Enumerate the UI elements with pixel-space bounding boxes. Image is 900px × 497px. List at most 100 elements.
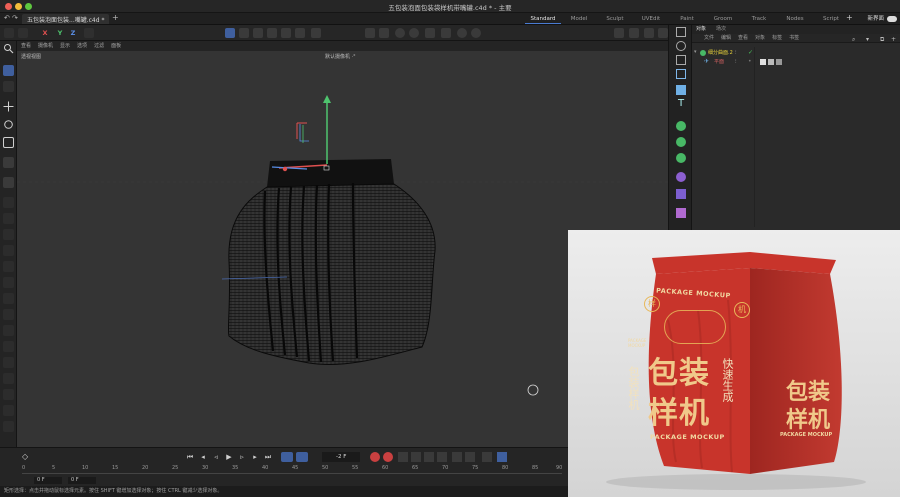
enabled-check-icon[interactable]: ✓: [748, 49, 753, 56]
cube-icon[interactable]: [676, 85, 686, 95]
play-icon[interactable]: ▶: [224, 452, 234, 462]
undo-icon[interactable]: ↶: [4, 14, 10, 22]
viewport-menu-camera[interactable]: 摄像机: [38, 41, 53, 51]
key-param-icon[interactable]: [437, 452, 447, 462]
effector-icon[interactable]: [676, 153, 686, 163]
lock-view-icon[interactable]: [676, 55, 686, 65]
document-tab[interactable]: 五包装泡面包装...嘴罐.c4d *: [22, 14, 110, 24]
keyframe-icon[interactable]: ◇: [22, 452, 28, 461]
solo-icon[interactable]: [311, 28, 321, 38]
brush-icon[interactable]: [3, 157, 14, 168]
generator-icon[interactable]: [676, 121, 686, 131]
field-icon[interactable]: [676, 189, 686, 199]
axis-x-toggle[interactable]: X: [40, 28, 50, 38]
prev-key-icon[interactable]: ◂: [198, 452, 208, 462]
key-rotation-icon[interactable]: [411, 452, 421, 462]
render-icon[interactable]: [409, 28, 419, 38]
tab-paint[interactable]: Paint: [669, 14, 705, 24]
texture-mode-icon[interactable]: [239, 28, 249, 38]
render-view-icon[interactable]: [395, 28, 405, 38]
tab-uvedit[interactable]: UVEdit: [633, 14, 669, 24]
viewport-menu-filter[interactable]: 过滤: [94, 41, 104, 51]
axis-y-toggle[interactable]: Y: [55, 28, 65, 38]
expand-icon[interactable]: ▾: [694, 49, 697, 55]
tab-sculpt[interactable]: Sculpt: [597, 14, 633, 24]
texture-tag-icon[interactable]: [768, 59, 774, 65]
scale-icon[interactable]: [3, 137, 14, 148]
cloud-icon[interactable]: [471, 28, 481, 38]
axis-z-toggle[interactable]: Z: [68, 28, 78, 38]
auto-key-icon[interactable]: [383, 452, 393, 462]
add-document-tab-button[interactable]: +: [112, 13, 119, 22]
key-point-icon[interactable]: [465, 452, 475, 462]
visibility-dots[interactable]: ⁝: [735, 59, 737, 65]
om-menu-bookmarks[interactable]: 书签: [789, 34, 799, 42]
om-menu-view[interactable]: 查看: [738, 34, 748, 42]
deformer-icon[interactable]: [676, 172, 686, 182]
tab-standard[interactable]: Standard: [525, 14, 561, 24]
om-new-window-icon[interactable]: ⧉: [880, 36, 884, 44]
spline-icon[interactable]: [676, 208, 686, 218]
tab-takes[interactable]: 场次: [716, 25, 726, 34]
redshift-icon[interactable]: [457, 28, 467, 38]
om-menu-file[interactable]: 文件: [704, 34, 714, 42]
key-filter-icon[interactable]: [482, 452, 492, 462]
tab-groom[interactable]: Groom: [705, 14, 741, 24]
window-icon[interactable]: [676, 27, 686, 37]
tab-objects[interactable]: 对象: [696, 25, 706, 34]
tab-track[interactable]: Track: [741, 14, 777, 24]
move-icon[interactable]: [3, 101, 14, 112]
rotate-icon[interactable]: [3, 119, 14, 130]
tab-nodes[interactable]: Nodes: [777, 14, 813, 24]
end-frame-field[interactable]: 0 F: [68, 477, 96, 484]
goto-start-icon[interactable]: ⏮: [185, 452, 195, 462]
search-icon[interactable]: [3, 43, 14, 54]
coordinate-icon[interactable]: [18, 28, 28, 38]
om-menu-tags[interactable]: 标签: [772, 34, 782, 42]
prev-frame-icon[interactable]: ◃: [211, 452, 221, 462]
om-search-icon[interactable]: ⌕: [852, 36, 855, 44]
visibility-dots[interactable]: ⁝: [735, 50, 737, 56]
new-layout-button[interactable]: 新界面: [867, 14, 884, 24]
timeline-settings-icon[interactable]: [497, 452, 507, 462]
film-icon[interactable]: [629, 28, 639, 38]
key-position-icon[interactable]: [398, 452, 408, 462]
text-icon[interactable]: T: [676, 99, 686, 109]
tab-script[interactable]: Script: [813, 14, 849, 24]
viewport-menu-options[interactable]: 选项: [77, 41, 87, 51]
loop-button[interactable]: [281, 452, 293, 462]
world-coordinates-icon[interactable]: [84, 28, 94, 38]
material-tag-icon[interactable]: [760, 59, 766, 65]
uv-mode-icon[interactable]: [253, 28, 263, 38]
record-icon[interactable]: [370, 452, 380, 462]
add-layout-button[interactable]: +: [846, 13, 853, 22]
tab-model[interactable]: Model: [561, 14, 597, 24]
om-filter-icon[interactable]: ▾: [866, 36, 869, 43]
picture-viewer-icon[interactable]: [441, 28, 451, 38]
current-frame-field[interactable]: -2 F: [322, 452, 360, 462]
enabled-check-icon[interactable]: •: [748, 58, 752, 65]
edges-mode-icon[interactable]: [281, 28, 291, 38]
model-mode-icon[interactable]: [225, 28, 235, 38]
layout-toggle-icon[interactable]: [887, 16, 897, 22]
viewport-menu-panel[interactable]: 面板: [111, 41, 121, 51]
settings-icon[interactable]: [676, 41, 686, 51]
points-mode-icon[interactable]: [267, 28, 277, 38]
live-selection-icon[interactable]: [3, 81, 14, 92]
cloner-icon[interactable]: [676, 137, 686, 147]
snap-settings-icon[interactable]: [379, 28, 389, 38]
key-scale-icon[interactable]: [424, 452, 434, 462]
object-row[interactable]: ▾ 细分曲面.2 ⁝ ✓: [692, 49, 900, 57]
om-more-icon[interactable]: +: [891, 36, 896, 43]
next-frame-icon[interactable]: ▹: [237, 452, 247, 462]
clapboard-icon[interactable]: [614, 28, 624, 38]
next-key-icon[interactable]: ▸: [250, 452, 260, 462]
key-pla-icon[interactable]: [452, 452, 462, 462]
viewport-menu-view[interactable]: 查看: [21, 41, 31, 51]
snap-icon[interactable]: [365, 28, 375, 38]
object-row[interactable]: ✈ 平面 ⁝ •: [692, 58, 900, 66]
polygons-mode-icon[interactable]: [295, 28, 305, 38]
redo-icon[interactable]: ↷: [12, 14, 18, 22]
viewport-menu-display[interactable]: 显示: [60, 41, 70, 51]
camera-icon[interactable]: [644, 28, 654, 38]
